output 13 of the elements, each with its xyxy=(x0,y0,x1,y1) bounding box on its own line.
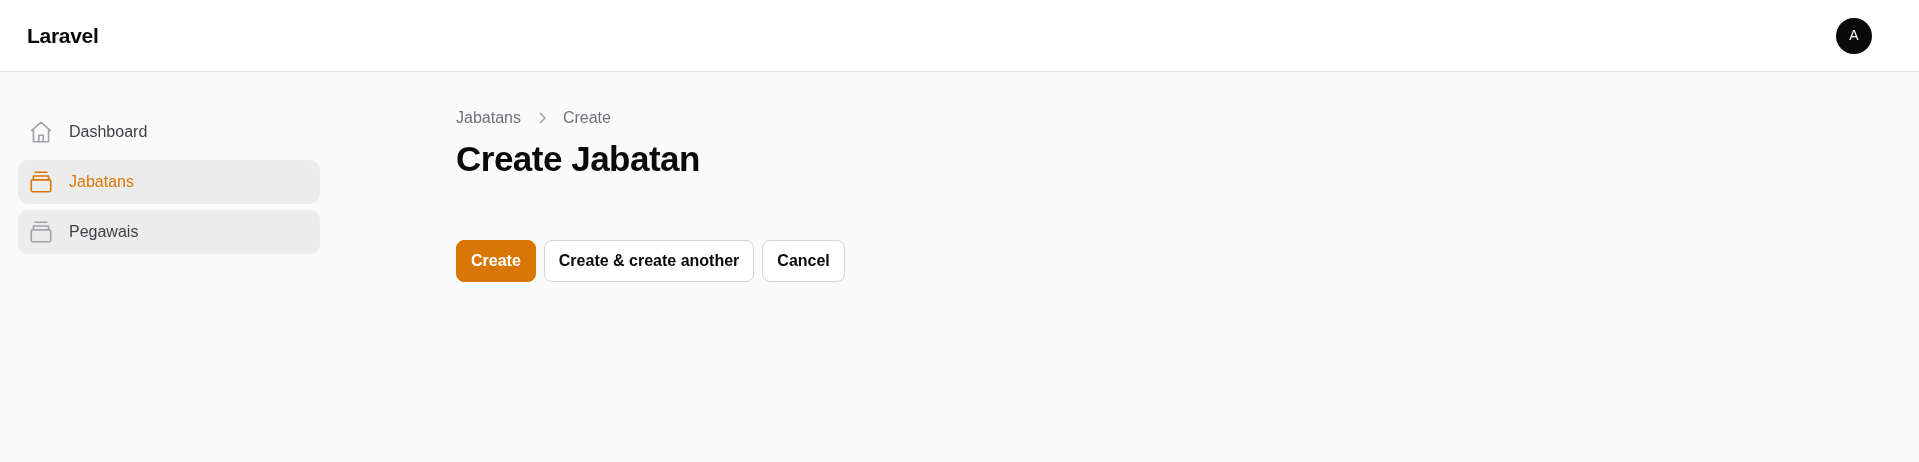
stack-icon xyxy=(28,219,54,245)
sidebar-item[interactable]: Dashboard xyxy=(18,110,320,154)
action-button[interactable]: Create & create another xyxy=(543,240,755,282)
action-button[interactable]: Cancel xyxy=(762,240,845,282)
breadcrumb-link[interactable]: Create xyxy=(562,106,611,130)
chevron-icon xyxy=(536,111,547,125)
brand-logo[interactable]: Laravel xyxy=(27,19,99,52)
sidebar-item[interactable]: Pegawais xyxy=(18,210,320,254)
breadcrumb-link[interactable]: Jabatans xyxy=(456,106,521,130)
user-avatar[interactable]: A xyxy=(1836,17,1872,54)
stack-icon xyxy=(28,169,54,195)
page-title: Create Jabatan xyxy=(456,138,701,180)
home-icon xyxy=(28,119,54,145)
